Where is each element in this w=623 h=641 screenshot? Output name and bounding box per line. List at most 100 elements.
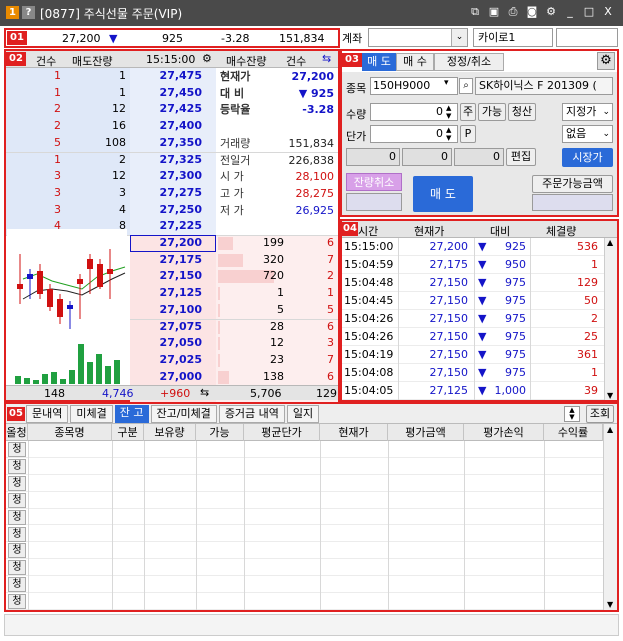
clear-row-button[interactable]: 청: [8, 458, 26, 474]
clear-row-button[interactable]: 청: [8, 526, 26, 542]
minimize-button[interactable]: _: [563, 4, 577, 20]
ask-price[interactable]: 27,250: [130, 202, 202, 219]
grid-header-cell[interactable]: 종목명: [28, 424, 112, 441]
help-icon[interactable]: ?: [22, 6, 35, 19]
clear-row-button[interactable]: 청: [8, 560, 26, 576]
link-icon[interactable]: ⧉: [468, 4, 482, 20]
clear-row-button[interactable]: 청: [8, 492, 26, 508]
copy-icon[interactable]: ▣: [487, 4, 501, 20]
bid-price[interactable]: 27,175: [130, 252, 202, 269]
grid-header-cell[interactable]: 평가금액: [388, 424, 464, 441]
table-row[interactable]: 청: [6, 492, 603, 509]
edit-button[interactable]: 편집: [506, 148, 536, 166]
ask-price[interactable]: 27,300: [130, 168, 202, 185]
bid-price[interactable]: 27,000: [130, 369, 202, 386]
ask-price[interactable]: 27,325: [130, 152, 202, 169]
shares-button[interactable]: 주: [460, 103, 476, 121]
qty-input[interactable]: 0: [370, 103, 458, 121]
account-password-field[interactable]: [556, 28, 618, 47]
bid-price[interactable]: 27,150: [130, 268, 202, 285]
bid-price[interactable]: 27,025: [130, 352, 202, 369]
gear-icon[interactable]: ⚙: [597, 52, 615, 70]
condition-select[interactable]: 없음 ⌄: [562, 125, 613, 143]
table-row[interactable]: 청: [6, 509, 603, 526]
spinner-icon[interactable]: ▲ ▼: [446, 104, 451, 120]
grid-header-cell[interactable]: 구분: [112, 424, 144, 441]
ask-price[interactable]: 27,450: [130, 85, 202, 102]
clear-row-button[interactable]: 청: [8, 475, 26, 491]
close-button[interactable]: X: [601, 4, 615, 20]
table-row[interactable]: 청: [6, 542, 603, 560]
price-p-button[interactable]: P: [460, 125, 476, 143]
cancel-remaining-button[interactable]: 잔량취소: [346, 173, 402, 191]
tab-3[interactable]: 잔고/미체결: [150, 405, 217, 423]
scroll-down-icon[interactable]: ▼: [607, 600, 613, 609]
price-input[interactable]: 0: [370, 125, 458, 143]
market-price-button[interactable]: 시장가: [562, 148, 613, 167]
chevron-down-icon[interactable]: ⌄: [602, 126, 610, 142]
scroll-down-icon[interactable]: ▼: [607, 391, 613, 400]
print-icon[interactable]: ⎙: [506, 4, 520, 20]
table-row[interactable]: 청: [6, 441, 603, 458]
camera-icon[interactable]: ◙: [525, 4, 539, 20]
account-select[interactable]: ⌄: [368, 28, 468, 47]
gear-icon[interactable]: ⚙: [202, 52, 212, 65]
grid-header-cell[interactable]: 수익률: [544, 424, 603, 441]
grid-header-cell[interactable]: 평균단가: [244, 424, 320, 441]
bid-price[interactable]: 27,075: [130, 319, 202, 336]
chevron-down-icon[interactable]: ▾: [444, 78, 449, 88]
tab-modify-cancel[interactable]: 정정/취소: [434, 53, 504, 71]
liquidate-button[interactable]: 청산: [508, 103, 536, 121]
available-button[interactable]: 가능: [478, 103, 506, 121]
sell-button[interactable]: 매 도: [413, 176, 473, 212]
table-row[interactable]: 청: [6, 593, 603, 610]
bid-price[interactable]: 27,100: [130, 302, 202, 319]
settings-icon[interactable]: ⚙: [544, 4, 558, 20]
chevron-down-icon[interactable]: ⌄: [602, 104, 610, 120]
grid-header-cell[interactable]: 현재가: [320, 424, 388, 441]
app-badge-icon[interactable]: 1: [6, 6, 19, 19]
maximize-button[interactable]: □: [582, 4, 596, 20]
bid-price[interactable]: 27,050: [130, 335, 202, 352]
price-type-select[interactable]: 지정가 ⌄: [562, 103, 613, 121]
bid-price[interactable]: 27,125: [130, 285, 202, 302]
lookup-button[interactable]: 조회: [586, 405, 614, 423]
tab-sell[interactable]: 매 도: [362, 53, 396, 71]
clear-row-button[interactable]: 청: [8, 543, 26, 559]
grid-header-cell[interactable]: 가능: [196, 424, 244, 441]
tab-1[interactable]: 미체결: [70, 405, 113, 423]
ask-price[interactable]: 27,275: [130, 185, 202, 202]
swap-icon[interactable]: ⇆: [200, 386, 209, 399]
search-icon[interactable]: ⌕: [459, 78, 473, 94]
ask-price[interactable]: 27,425: [130, 101, 202, 118]
scroll-up-icon[interactable]: ▲: [607, 425, 613, 434]
clear-row-button[interactable]: 청: [8, 577, 26, 593]
sort-icon[interactable]: ▲ ▼: [564, 406, 580, 422]
swap-icon[interactable]: ⇆: [322, 52, 331, 65]
table-row[interactable]: 청: [6, 576, 603, 594]
chevron-down-icon[interactable]: ⌄: [451, 29, 467, 46]
clear-row-button[interactable]: 청: [8, 442, 26, 457]
ask-price[interactable]: 27,400: [130, 118, 202, 135]
tab-5[interactable]: 일지: [286, 405, 320, 423]
tab-0[interactable]: 문내역: [26, 405, 69, 423]
ask-price[interactable]: 27,225: [130, 218, 202, 235]
order-available-amount-button[interactable]: 주문가능금액: [532, 175, 613, 193]
table-row[interactable]: 청: [6, 458, 603, 475]
balance-scrollbar[interactable]: ▲ ▼: [603, 424, 617, 610]
clear-row-button[interactable]: 청: [8, 509, 26, 525]
table-row[interactable]: 청: [6, 526, 603, 543]
tab-4[interactable]: 증거금 내역: [218, 405, 285, 423]
tab-2[interactable]: 잔 고: [114, 405, 149, 423]
scroll-up-icon[interactable]: ▲: [607, 238, 613, 247]
trades-scrollbar[interactable]: ▲ ▼: [604, 238, 617, 400]
clear-row-button[interactable]: 청: [8, 594, 26, 610]
tab-buy[interactable]: 매 수: [396, 53, 434, 71]
spinner-icon[interactable]: ▲ ▼: [446, 126, 451, 142]
table-row[interactable]: 청: [6, 559, 603, 577]
grid-header-cell[interactable]: 보유량: [144, 424, 196, 441]
ask-price[interactable]: 27,475: [130, 68, 202, 85]
grid-header-cell[interactable]: 올청: [6, 424, 28, 441]
ask-price[interactable]: 27,350: [130, 135, 202, 152]
grid-header-cell[interactable]: 평가손익: [464, 424, 544, 441]
